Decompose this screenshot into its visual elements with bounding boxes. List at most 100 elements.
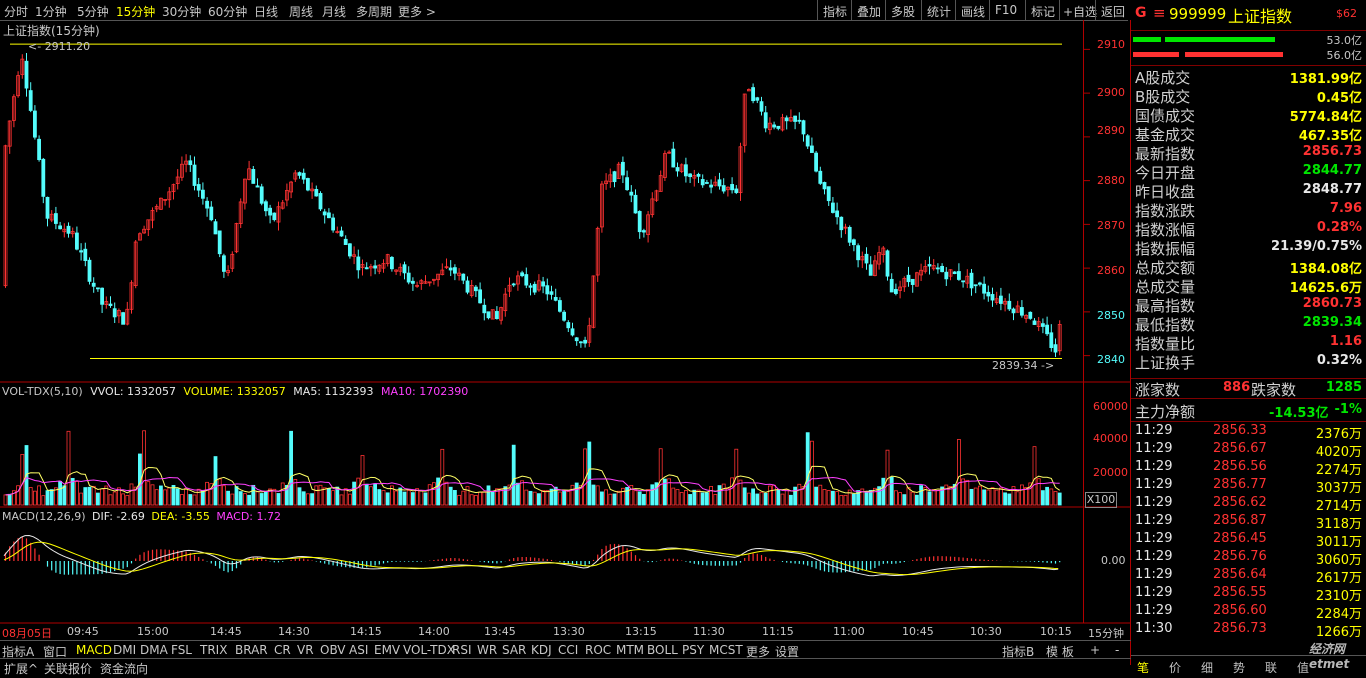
expand-tab[interactable]: 扩展^ [4, 659, 38, 678]
volume-bar [994, 489, 999, 506]
volume-bar [150, 484, 155, 506]
volume-bar [650, 484, 655, 506]
period-tab-monthly[interactable]: 月线 [322, 3, 346, 20]
volume-bar [612, 493, 617, 506]
x-axis: 08月05日 09:45 15:00 14:45 14:30 14:15 14:… [0, 624, 1131, 640]
tick-price: 2856.64 [1213, 567, 1267, 582]
back-button[interactable]: 返回 [1095, 0, 1128, 20]
badge[interactable]: $62 [1336, 7, 1357, 20]
period-tab-5min[interactable]: 5分钟 [77, 3, 109, 20]
tick-time: 11:29 [1135, 459, 1173, 474]
menu-icon[interactable]: ≡ [1153, 4, 1166, 22]
period-tab-timeshare[interactable]: 分时 [4, 3, 28, 20]
quote-row: 指数涨幅 0.28% [1131, 219, 1366, 239]
tick-row: 11:29 2856.62 2714万 [1131, 495, 1366, 514]
volume-bar [898, 492, 902, 506]
tab-detail[interactable]: 细 [1201, 659, 1213, 676]
quote-row: 昨日收盘 2848.77 [1131, 181, 1366, 201]
overlay-button[interactable]: 叠加 [851, 0, 885, 20]
volume-bar [679, 492, 684, 506]
volume-bar [158, 485, 163, 506]
candle-body [41, 158, 46, 197]
tab-value[interactable]: 值 [1297, 659, 1309, 676]
candle-body [461, 273, 466, 281]
draw-line-button[interactable]: 画线 [955, 0, 989, 20]
related-quotes-tab[interactable]: 关联报价 [44, 659, 92, 678]
x-label: 15:00 [137, 625, 169, 638]
quote-row: 指数量比 1.16 [1131, 333, 1366, 353]
volume-bar [482, 491, 487, 506]
period-tab-multi[interactable]: 多周期 [356, 3, 392, 20]
up-count-label: 涨家数 [1135, 381, 1181, 399]
y-tick-2890: 2890 [1097, 124, 1125, 137]
candle-body [217, 230, 222, 255]
candle-body [885, 250, 890, 277]
volume-bar [826, 490, 831, 506]
tab-trend[interactable]: 势 [1233, 659, 1245, 676]
volume-bar [452, 490, 457, 506]
period-tab-60min[interactable]: 60分钟 [208, 3, 247, 20]
period-tab-30min[interactable]: 30分钟 [162, 3, 201, 20]
candle-body [100, 287, 104, 305]
volume-bar [251, 484, 256, 506]
fund-flow-tab[interactable]: 资金流向 [100, 659, 148, 678]
volume-bar [839, 495, 844, 506]
volume-bar [205, 481, 210, 506]
dif-line [3, 535, 1059, 577]
indicator-button[interactable]: 指标 [817, 0, 851, 20]
period-tab-15min[interactable]: 15分钟 [116, 3, 155, 20]
candle-body [1007, 300, 1012, 310]
candle-body [331, 217, 336, 231]
multi-stock-button[interactable]: 多股 [885, 0, 921, 20]
volume-bar [146, 481, 151, 506]
macd-header: MACD(12,26,9) DIF: -2.69 DEA: -3.55 MACD… [2, 510, 281, 523]
add-watchlist-button[interactable]: +自选 [1059, 0, 1097, 20]
candle-body [1028, 311, 1033, 319]
f10-button[interactable]: F10 [989, 0, 1025, 20]
candle-body [961, 280, 965, 283]
macd-value: MACD: 1.72 [216, 510, 281, 523]
tick-volume: 4020万 [1315, 445, 1362, 460]
volume-bars [3, 430, 1062, 506]
candle-body [734, 188, 739, 193]
stock-name: 上证指数 [1228, 7, 1293, 26]
quote-row-label: 指数涨跌 [1135, 202, 1196, 220]
quote-row-value: 14625.6万 [1289, 281, 1362, 296]
period-tab-daily[interactable]: 日线 [254, 3, 278, 20]
candle-body [944, 271, 949, 280]
volume-bar [154, 489, 159, 506]
candle-body [826, 186, 831, 202]
volume-bar [28, 487, 33, 506]
tick-row: 11:29 2856.33 2376万 [1131, 423, 1366, 442]
tab-price[interactable]: 价 [1169, 659, 1181, 676]
stats-button[interactable]: 统计 [921, 0, 955, 20]
volume-bar [965, 479, 970, 506]
period-tab-weekly[interactable]: 周线 [289, 3, 313, 20]
tab-related[interactable]: 联 [1265, 659, 1277, 676]
period-tab-1min[interactable]: 1分钟 [35, 3, 67, 20]
tick-time: 11:29 [1135, 441, 1173, 456]
volume-bar [406, 490, 411, 506]
x-label: 10:30 [970, 625, 1002, 638]
volume-bar [805, 432, 810, 506]
net-flow-pct: -1% [1334, 402, 1362, 417]
candle-body [364, 267, 369, 270]
period-tab-more[interactable]: 更多 > [398, 3, 436, 20]
volume-bar [1057, 492, 1062, 506]
candle-body [675, 167, 680, 172]
tick-row: 11:29 2856.60 2284万 [1131, 603, 1366, 622]
candle-body [339, 230, 344, 237]
candle-body [541, 281, 545, 287]
candle-body [986, 291, 991, 297]
candle-body [797, 119, 802, 122]
mark-button[interactable]: 标记 [1025, 0, 1059, 20]
chart-canvas[interactable] [0, 20, 1131, 665]
volume-bar [423, 492, 428, 506]
tab-trades[interactable]: 笔 [1137, 659, 1149, 676]
candle-body [209, 206, 214, 221]
candle-body [894, 289, 898, 294]
y-tick-2870: 2870 [1097, 219, 1125, 232]
y-tick-2860: 2860 [1097, 264, 1125, 277]
volume-bar [818, 484, 823, 506]
quote-row: 指数涨跌 7.96 [1131, 200, 1366, 220]
